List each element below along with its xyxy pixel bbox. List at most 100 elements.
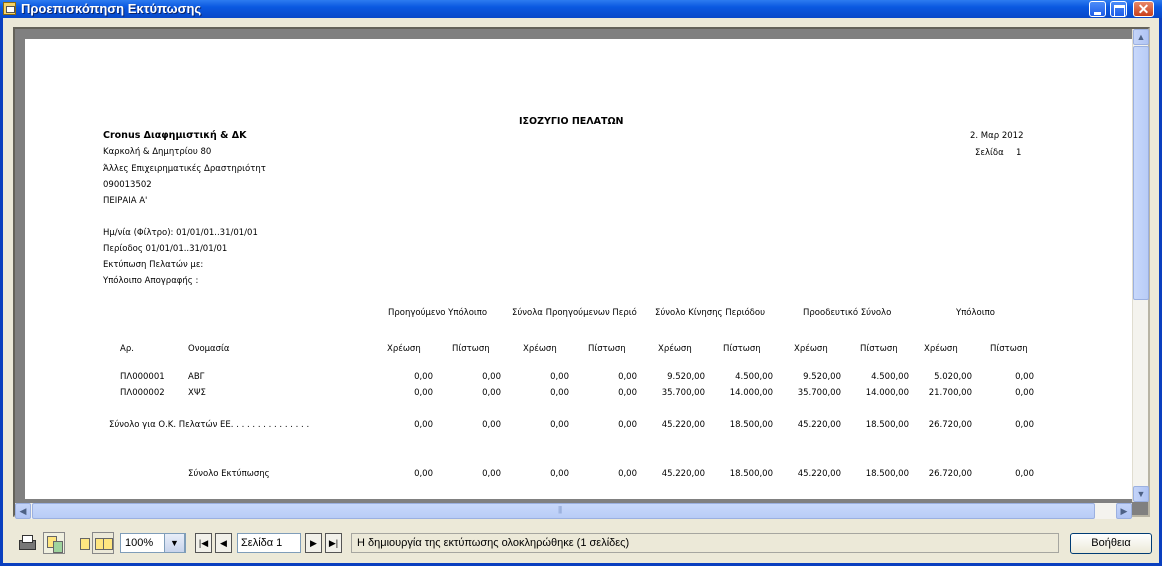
column-header-credit: Πίστωση [860,344,898,354]
row-value: 14.000,00 [865,388,909,398]
page-setup-icon[interactable] [43,532,65,554]
title-bar[interactable]: Προεπισκόπηση Εκτύπωσης ✕ [0,0,1162,18]
row-customer-name: ΑΒΓ [188,372,205,382]
group-total-value: 0,00 [1015,420,1034,430]
print-total-value: 18.500,00 [729,469,773,479]
row-customer-name: ΧΨΣ [188,388,206,398]
print-total-value: 45.220,00 [797,469,841,479]
row-customer-no: ΠΛ000001 [120,372,165,382]
report-date: 2. Μαρ 2012 [970,131,1024,141]
window-title: Προεπισκόπηση Εκτύπωσης [21,1,202,16]
column-header-debit: Χρέωση [387,344,421,354]
next-page-button[interactable]: ▶ [305,533,322,553]
row-value: 9.520,00 [803,372,841,382]
row-value: 9.520,00 [667,372,705,382]
printer-icon[interactable] [15,532,37,554]
chevron-down-icon[interactable]: ▼ [164,533,185,553]
column-header-debit: Χρέωση [794,344,828,354]
page-number: 1 [1016,148,1022,158]
group-total-label: Σύνολο για Ο.Κ. Πελατών ΕΕ. . . . . . . … [109,420,310,430]
print-total-value: 0,00 [1015,469,1034,479]
app-icon [3,2,16,15]
row-value: 0,00 [414,372,433,382]
print-total-value: 45.220,00 [661,469,705,479]
row-value: 0,00 [618,388,637,398]
print-total-value: 0,00 [618,469,637,479]
page-field[interactable]: Σελίδα 1 [237,533,301,553]
column-header-credit: Πίστωση [990,344,1028,354]
previous-page-button[interactable]: ◀ [215,533,232,553]
row-value: 35.700,00 [661,388,705,398]
row-value: 4.500,00 [735,372,773,382]
company-activity: Άλλες Επιχειρηματικές Δραστηριότητ [103,164,266,174]
column-header-credit: Πίστωση [452,344,490,354]
preview-viewport[interactable]: ΙΣΟΖΥΓΙΟ ΠΕΛΑΤΩΝ Cronus Διαφημιστική & Δ… [13,27,1150,517]
column-header-debit: Χρέωση [658,344,692,354]
tax-office: ΠΕΙΡΑΙΑ Α' [103,196,148,206]
row-value: 35.700,00 [797,388,841,398]
close-button[interactable]: ✕ [1133,1,1154,17]
report-page: ΙΣΟΖΥΓΙΟ ΠΕΛΑΤΩΝ Cronus Διαφημιστική & Δ… [25,39,1133,499]
report-title: ΙΣΟΖΥΓΙΟ ΠΕΛΑΤΩΝ [519,116,624,127]
print-total-label: Σύνολο Εκτύπωσης [188,469,270,479]
group-total-value: 0,00 [482,420,501,430]
horizontal-scrollbar[interactable]: ◀ ▶ [15,503,1132,519]
row-value: 5.020,00 [934,372,972,382]
two-page-icon[interactable] [92,532,114,554]
minimize-button[interactable] [1089,1,1106,17]
scroll-left-button[interactable]: ◀ [15,503,31,519]
group-total-value: 45.220,00 [661,420,705,430]
scroll-right-button[interactable]: ▶ [1116,503,1132,519]
row-value: 21.700,00 [928,388,972,398]
first-page-button[interactable]: |◀ [195,533,212,553]
company-vat: 090013502 [103,180,152,190]
group-header-balance: Υπόλοιπο [956,308,995,318]
column-header-credit: Πίστωση [723,344,761,354]
help-button[interactable]: Βοήθεια [1070,533,1152,554]
row-value: 0,00 [1015,388,1034,398]
row-value: 0,00 [1015,372,1034,382]
single-page-icon[interactable] [76,532,90,554]
print-total-value: 18.500,00 [865,469,909,479]
row-value: 0,00 [482,388,501,398]
row-value: 0,00 [550,388,569,398]
print-customers-label: Εκτύπωση Πελατών με: [103,260,204,270]
vertical-scrollbar[interactable]: ▲ ▼ [1132,29,1149,502]
column-header-debit: Χρέωση [924,344,958,354]
preview-toolbar: 100% ▼ |◀ ◀ Σελίδα 1 ▶ ▶| Η δημιουργία τ… [3,529,1159,557]
row-value: 0,00 [550,372,569,382]
last-page-button[interactable]: ▶| [325,533,342,553]
scroll-up-button[interactable]: ▲ [1133,29,1149,45]
page-label: Σελίδα [975,148,1004,158]
row-value: 4.500,00 [871,372,909,382]
group-header-prev-balance: Προηγούμενο Υπόλοιπο [388,308,488,318]
print-total-value: 0,00 [550,469,569,479]
maximize-button[interactable] [1110,1,1127,17]
scroll-down-button[interactable]: ▼ [1133,486,1149,502]
stock-balance-label: Υπόλοιπο Απογραφής : [103,276,199,286]
group-total-value: 18.500,00 [729,420,773,430]
row-value: 14.000,00 [729,388,773,398]
column-header-credit: Πίστωση [588,344,626,354]
row-value: 0,00 [482,372,501,382]
column-header-debit: Χρέωση [523,344,557,354]
print-preview-window: Προεπισκόπηση Εκτύπωσης ✕ ΙΣΟΖΥΓΙΟ ΠΕΛΑΤ… [0,0,1162,566]
group-total-value: 0,00 [550,420,569,430]
horizontal-scroll-thumb[interactable] [32,503,1095,519]
row-customer-no: ΠΛ000002 [120,388,165,398]
status-text: Η δημιουργία της εκτύπωσης ολοκληρώθηκε … [351,533,1059,553]
company-address: Καρκολή & Δημητρίου 80 [103,147,212,157]
group-total-value: 18.500,00 [865,420,909,430]
print-total-value: 0,00 [414,469,433,479]
vertical-scroll-thumb[interactable] [1133,46,1149,300]
group-total-value: 0,00 [618,420,637,430]
row-value: 0,00 [414,388,433,398]
row-value: 0,00 [618,372,637,382]
group-header-prev-totals: Σύνολα Προηγούμενων Περιό [512,308,637,318]
column-header-no: Αρ. [120,344,134,354]
filter-date: Ημ/νία (Φίλτρο): 01/01/01..31/01/01 [103,228,258,238]
group-total-value: 45.220,00 [797,420,841,430]
group-header-cumulative: Προοδευτικό Σύνολο [803,308,892,318]
company-name: Cronus Διαφημιστική & ΔΚ [103,130,247,141]
period: Περίοδος 01/01/01..31/01/01 [103,244,228,254]
